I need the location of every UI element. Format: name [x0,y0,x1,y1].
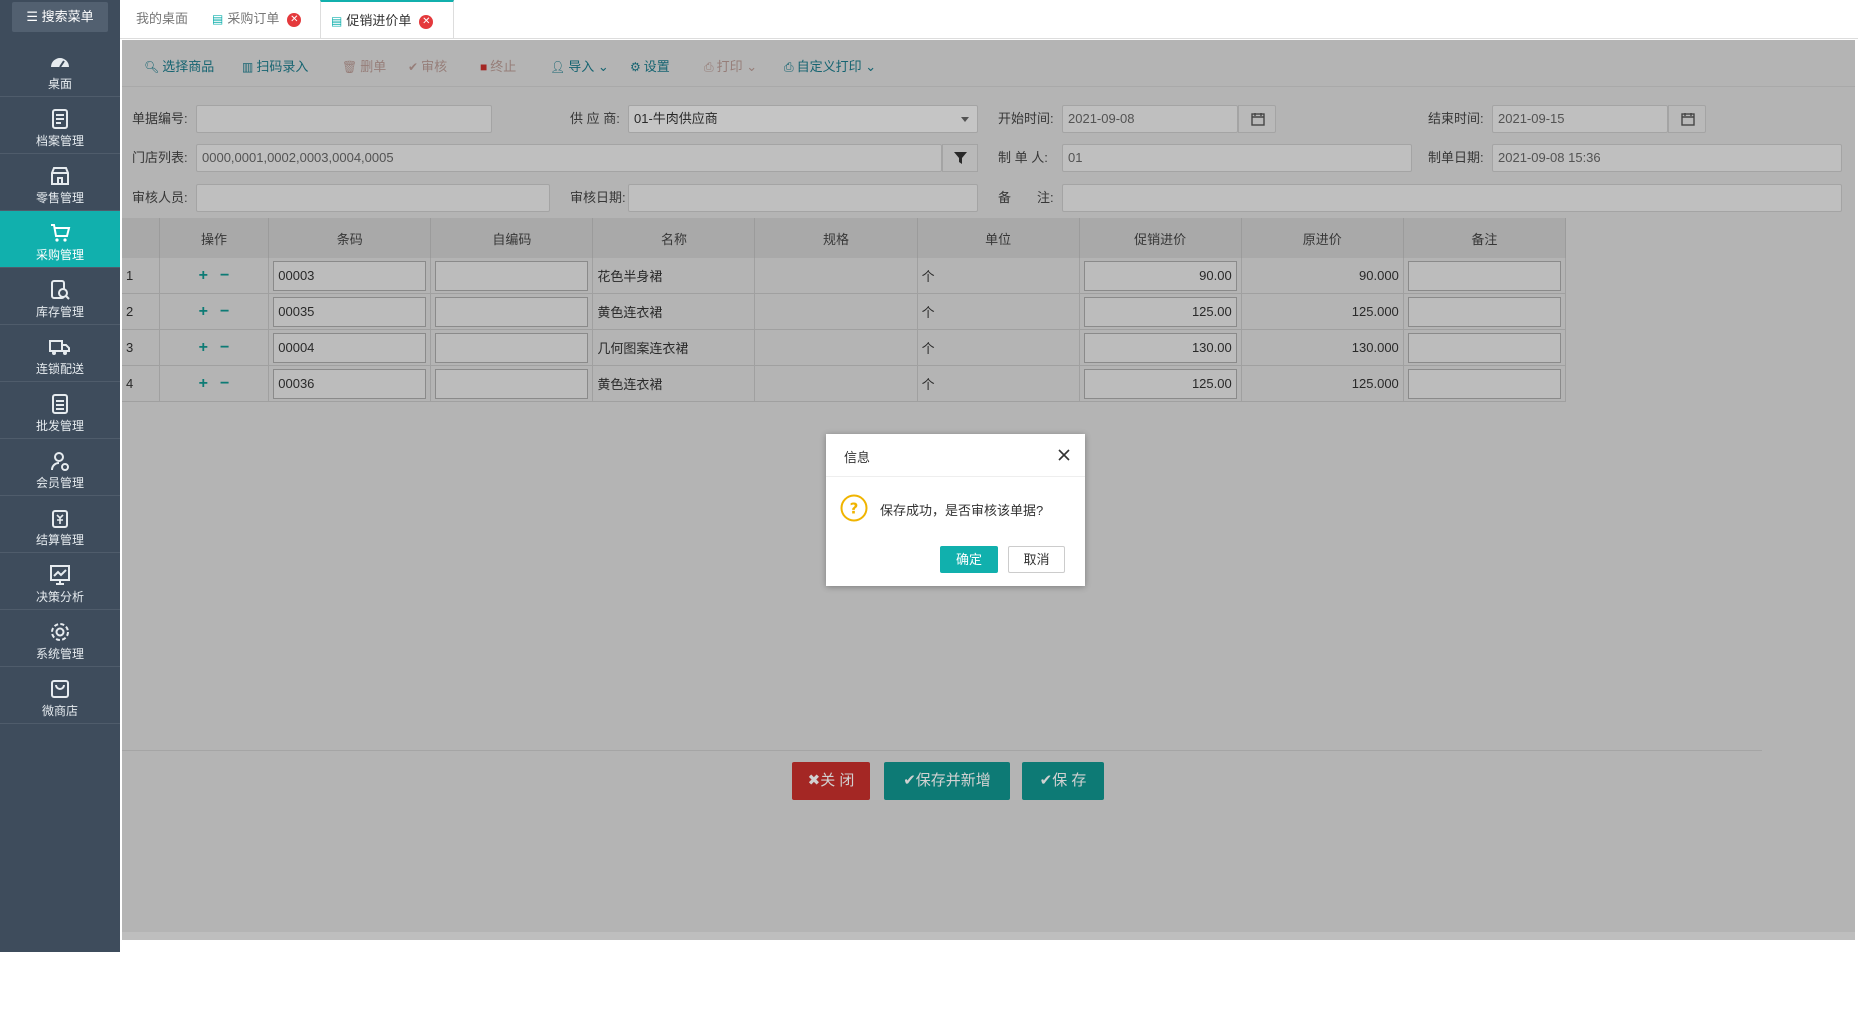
sidebar-item-retail[interactable]: 零售管理 [0,154,120,211]
sidebar-item-member[interactable]: 会员管理 [0,439,120,496]
close-tab-icon[interactable]: ✕ [287,12,302,27]
tab-label: 促销进价单 [346,13,412,28]
menu-search-label: 搜索菜单 [41,9,94,24]
sidebar-item-inventory[interactable]: 库存管理 [0,268,120,325]
close-tab-icon[interactable]: ✕ [419,14,434,29]
dialog-header: 信息 [826,434,1085,477]
gear-icon [51,623,69,641]
sidebar-item-label: 连锁配送 [35,362,84,376]
tab-label: 我的桌面 [136,11,189,26]
sidebar-item-label: 微商店 [41,704,78,718]
sidebar-item-label: 决策分析 [35,590,84,604]
archive-icon [52,109,68,129]
sidebar-item-settlement[interactable]: 结算管理 [0,496,120,553]
sidebar-item-label: 批发管理 [35,419,84,433]
sidebar-item-label: 桌面 [47,77,72,91]
menu-search-button[interactable]: ☰ 搜索菜单 [12,2,108,32]
svg-text:?: ? [850,500,859,518]
sidebar: ☰ 搜索菜单 桌面 档案管理 零售管理 采购管理 库存管理 连锁配送 批发管理 … [0,0,120,952]
question-icon: ? [840,494,868,522]
store-icon [51,167,69,185]
inventory-search-icon [51,280,70,300]
sidebar-item-microshop[interactable]: 微商店 [0,667,120,724]
sidebar-item-label: 档案管理 [35,134,84,148]
dialog-message: 保存成功，是否审核该单据? [880,503,1044,518]
tab-promo-price[interactable]: ▤ 促销进价单 ✕ [320,0,454,38]
confirm-cancel-button[interactable]: 取消 [1008,546,1065,573]
tab-purchase-order[interactable]: ▤ 采购订单 ✕ [202,0,311,38]
analytics-icon [50,565,70,585]
sidebar-item-label: 结算管理 [35,533,84,547]
sidebar-item-delivery[interactable]: 连锁配送 [0,325,120,382]
sidebar-item-label: 零售管理 [35,191,84,205]
menu-search-icon: ☰ [26,9,38,24]
sidebar-item-purchase[interactable]: 采购管理 [0,211,120,268]
tab-bar: 我的桌面 ▤ 采购订单 ✕ ▤ 促销进价单 ✕ [120,0,1858,39]
sidebar-item-system[interactable]: 系统管理 [0,610,120,667]
dashboard-icon [51,58,69,68]
shop-bag-icon [51,680,69,698]
tab-my-desktop[interactable]: 我的桌面 [126,0,198,38]
settlement-icon [52,510,68,528]
tab-label: 采购订单 [227,11,280,26]
sidebar-item-archive[interactable]: 档案管理 [0,97,120,154]
confirm-dialog: 信息 ? 保存成功，是否审核该单据? 确定 取消 [826,434,1085,586]
dialog-title: 信息 [844,450,871,465]
member-icon [51,452,69,471]
wholesale-icon [52,394,68,414]
sidebar-item-wholesale[interactable]: 批发管理 [0,382,120,439]
sidebar-item-label: 会员管理 [35,476,84,490]
cart-icon [51,224,71,242]
sidebar-item-label: 库存管理 [35,305,84,319]
document-icon: ▤ [331,14,343,28]
close-icon[interactable] [1057,448,1071,462]
sidebar-item-label: 系统管理 [35,647,84,661]
confirm-ok-button[interactable]: 确定 [940,546,998,573]
sidebar-item-desktop[interactable]: 桌面 [0,40,120,97]
document-icon: ▤ [212,12,224,26]
truck-icon [49,340,70,355]
sidebar-item-analysis[interactable]: 决策分析 [0,553,120,610]
sidebar-item-label: 采购管理 [35,248,84,262]
